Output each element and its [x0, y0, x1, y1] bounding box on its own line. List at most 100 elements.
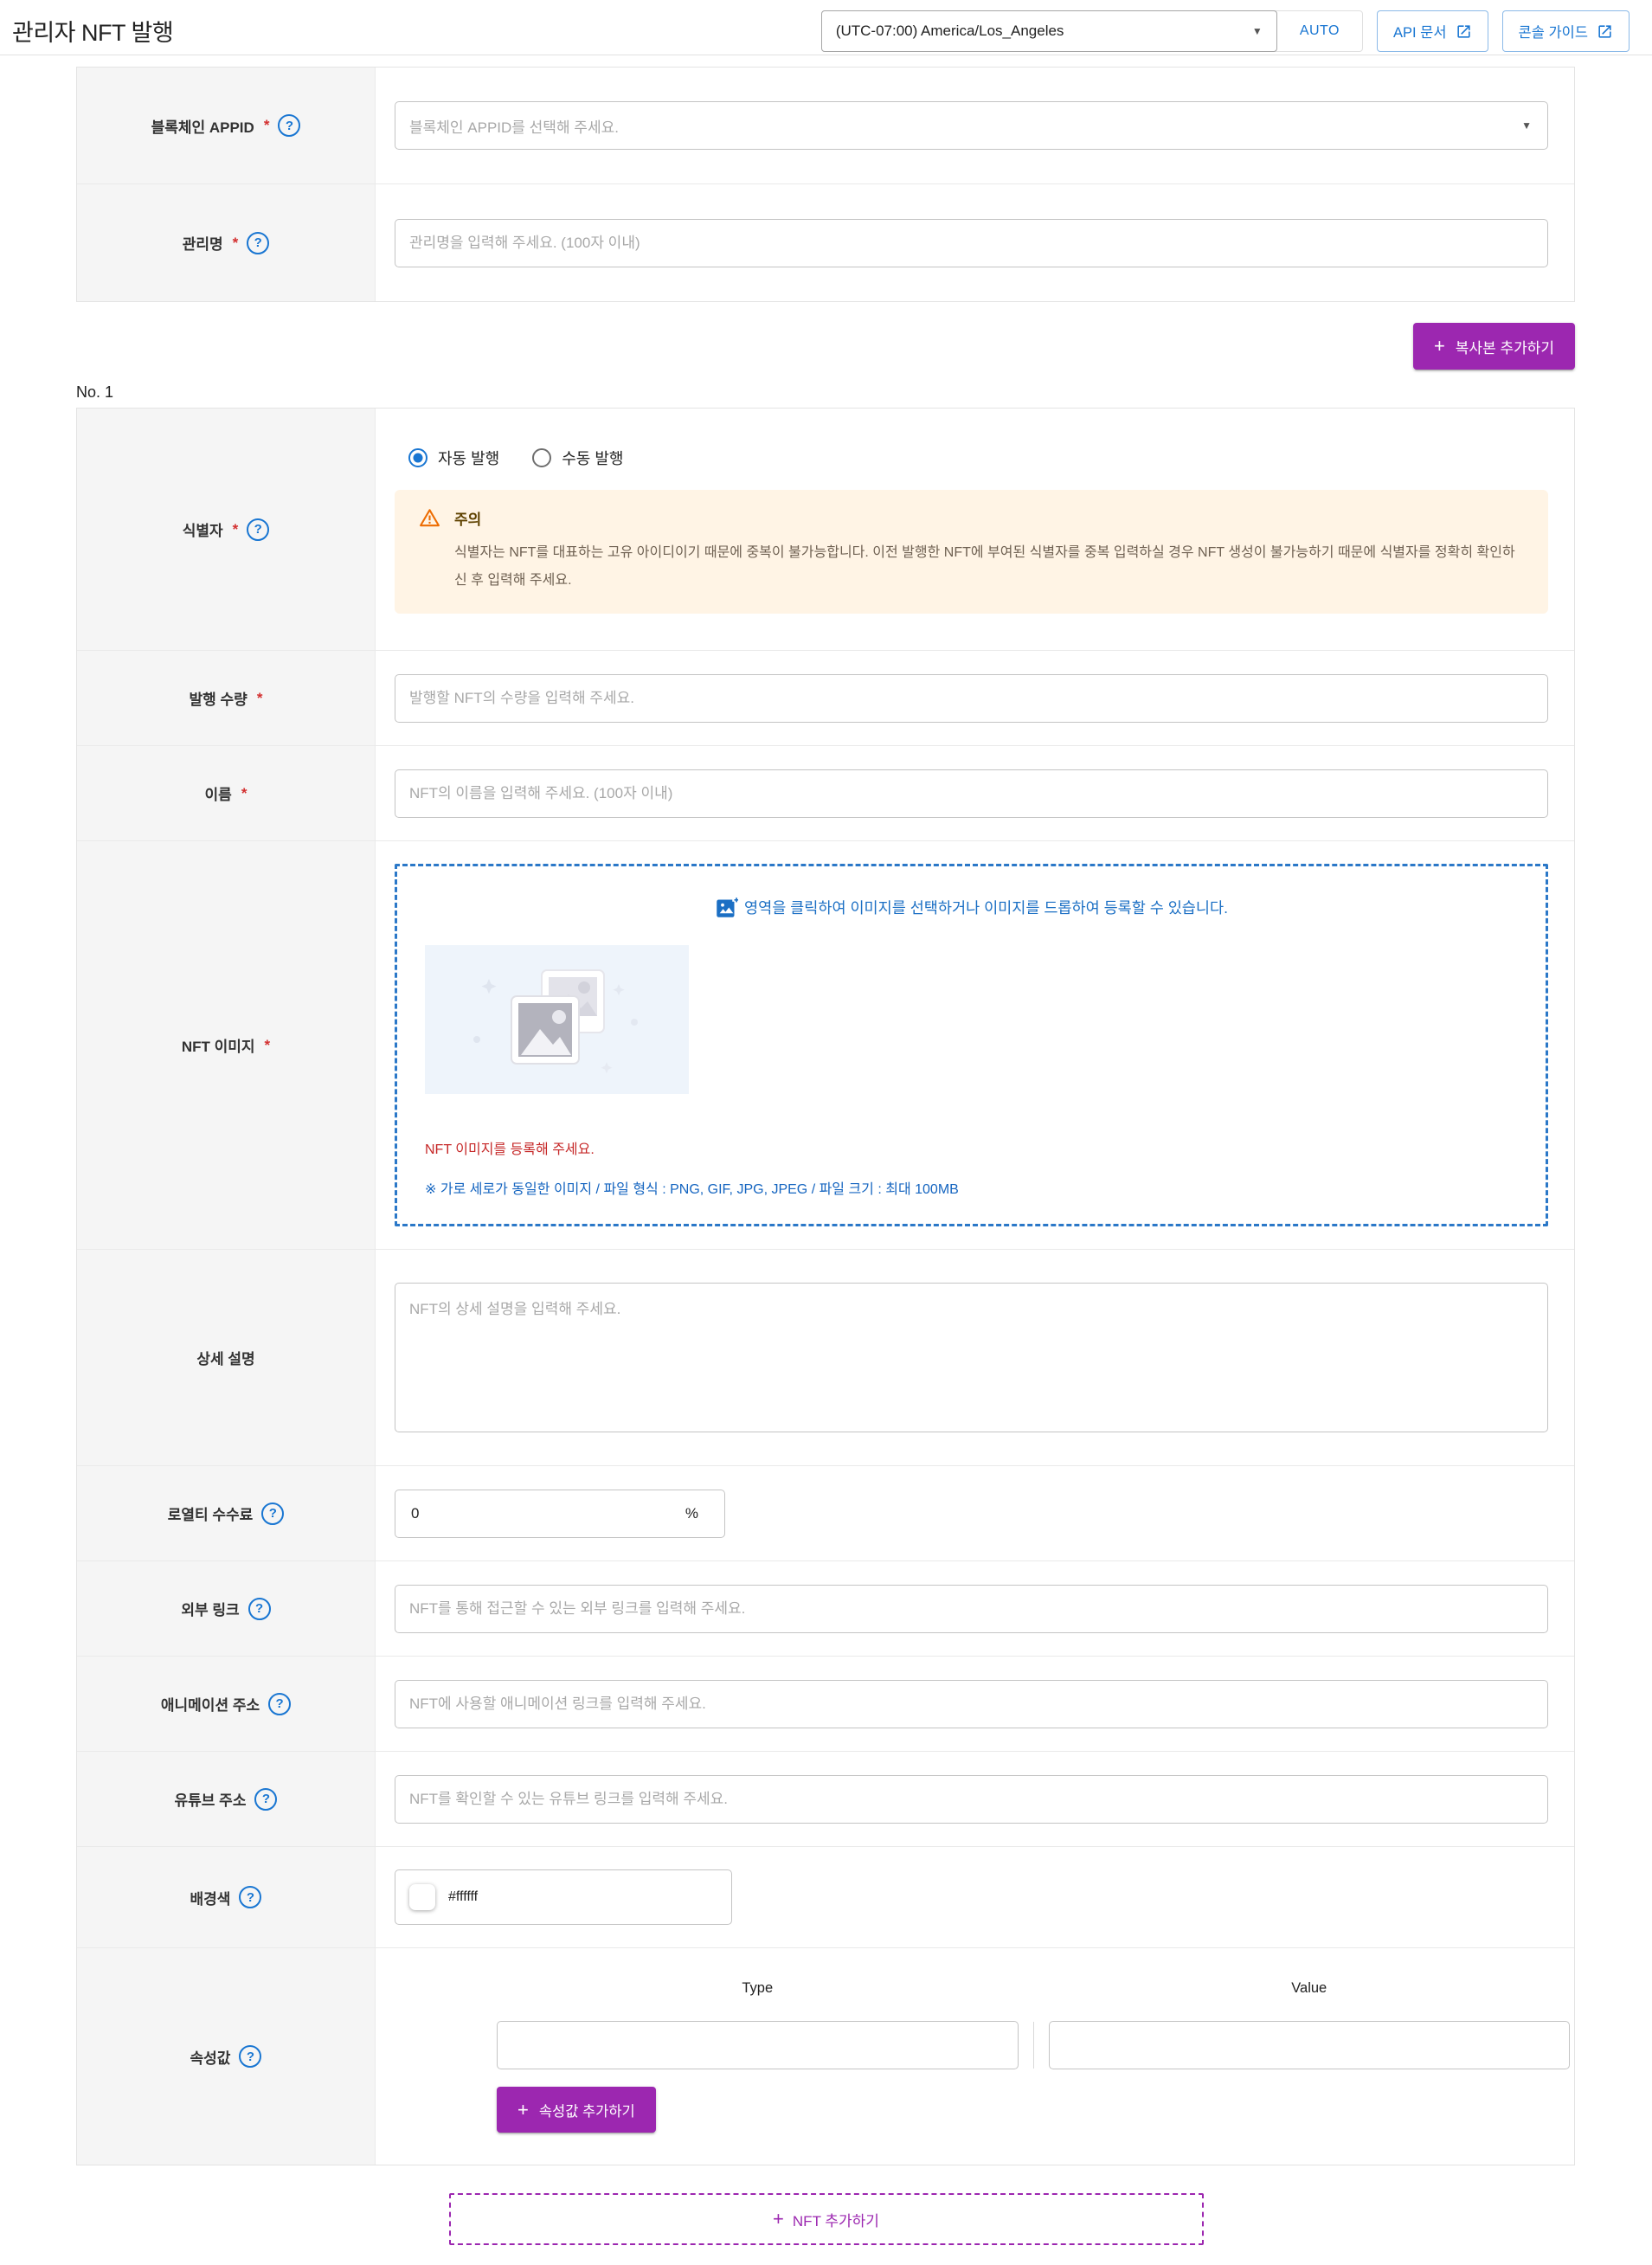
issue-mode-radio-group: 자동 발행 수동 발행 [408, 447, 1548, 469]
image-drop-area[interactable]: 영역을 클릭하여 이미지를 선택하거나 이미지를 드롭하여 등록할 수 있습니다… [395, 864, 1548, 1226]
external-link-label-cell: 외부 링크 ? [77, 1561, 376, 1656]
name-label: 이름 [205, 782, 232, 804]
api-doc-label: API 문서 [1393, 21, 1447, 42]
name-input[interactable] [395, 769, 1548, 818]
radio-auto-issue[interactable]: 자동 발행 [408, 447, 499, 469]
help-icon[interactable]: ? [247, 518, 269, 541]
image-placeholder-thumbnail [425, 945, 689, 1094]
attribute-value-column: Value [1049, 1980, 1571, 2069]
admin-name-input[interactable] [395, 219, 1548, 267]
external-link-content-cell [376, 1561, 1574, 1656]
add-copy-button[interactable]: + 복사본 추가하기 [1413, 323, 1575, 370]
help-icon[interactable]: ? [254, 1788, 277, 1811]
admin-name-label: 관리명 [183, 232, 223, 254]
add-nft-button[interactable]: + NFT 추가하기 [449, 2193, 1204, 2245]
item-number: No. 1 [76, 383, 1652, 402]
attribute-type-header: Type [497, 1980, 1019, 1997]
description-row: 상세 설명 [77, 1250, 1574, 1466]
description-textarea[interactable] [395, 1283, 1548, 1432]
nft-image-content-cell: 영역을 클릭하여 이미지를 선택하거나 이미지를 드롭하여 등록할 수 있습니다… [376, 841, 1574, 1249]
plus-icon: + [1434, 337, 1445, 356]
color-swatch[interactable] [409, 1884, 435, 1910]
help-icon[interactable]: ? [239, 1886, 261, 1908]
add-copy-row: + 복사본 추가하기 [76, 323, 1575, 370]
identifier-row: 식별자* ? 자동 발행 수동 발행 [77, 409, 1574, 651]
animation-url-content-cell [376, 1657, 1574, 1751]
help-icon[interactable]: ? [248, 1598, 271, 1620]
description-label: 상세 설명 [196, 1347, 254, 1368]
image-requirements-note: ※ 가로 세로가 동일한 이미지 / 파일 형식 : PNG, GIF, JPG… [425, 1177, 1518, 1198]
background-color-value: #ffffff [448, 1889, 478, 1905]
blockchain-appid-placeholder: 블록체인 APPID를 선택해 주세요. [409, 115, 619, 137]
external-link-input[interactable] [395, 1585, 1548, 1633]
attributes-area: Type Value + 속성값 추가하기 [497, 1980, 1570, 2133]
auto-button[interactable]: AUTO [1277, 11, 1362, 51]
nft-form: 식별자 * ? 자동 발행 수동 발행 [76, 408, 1575, 2165]
radio-manual-label: 수동 발행 [562, 447, 623, 469]
warning-head: 주의 [419, 507, 1524, 529]
royalty-input-group: % [395, 1490, 725, 1538]
add-nft-row: + NFT 추가하기 [0, 2193, 1652, 2245]
identifier-label: 식별자 [183, 518, 223, 540]
add-attribute-button[interactable]: + 속성값 추가하기 [497, 2087, 656, 2133]
royalty-label: 로열티 수수료 [168, 1502, 254, 1524]
external-link-row: 외부 링크 ? [77, 1561, 1574, 1657]
image-drop-hint: 영역을 클릭하여 이미지를 선택하거나 이미지를 드롭하여 등록할 수 있습니다… [425, 896, 1518, 919]
chevron-down-icon: ▼ [1252, 25, 1263, 37]
warning-triangle-icon [419, 507, 440, 529]
app-info-form: 블록체인 APPID * ? 블록체인 APPID를 선택해 주세요. ▼ 관리명… [76, 67, 1575, 302]
image-drop-hint-text: 영역을 클릭하여 이미지를 선택하거나 이미지를 드롭하여 등록할 수 있습니다… [744, 897, 1228, 918]
attribute-type-column: Type [497, 1980, 1019, 2069]
help-icon[interactable]: ? [261, 1502, 284, 1525]
required-mark: * [265, 1037, 271, 1054]
add-attribute-button-label: 속성값 추가하기 [539, 2100, 635, 2120]
help-icon[interactable]: ? [268, 1693, 291, 1715]
help-icon[interactable]: ? [247, 232, 269, 254]
description-content-cell [376, 1250, 1574, 1465]
required-mark: * [257, 690, 263, 707]
youtube-url-content-cell [376, 1752, 1574, 1846]
attribute-add-row: + 속성값 추가하기 [497, 2087, 1570, 2133]
help-icon[interactable]: ? [278, 114, 300, 137]
plus-icon: + [773, 2210, 784, 2229]
attribute-value-input[interactable] [1049, 2021, 1571, 2069]
timezone-select[interactable]: (UTC-07:00) America/Los_Angeles ▼ [821, 10, 1277, 52]
attribute-type-input[interactable] [497, 2021, 1019, 2069]
timezone-group: (UTC-07:00) America/Los_Angeles ▼ AUTO [821, 10, 1363, 52]
blockchain-appid-content-cell: 블록체인 APPID를 선택해 주세요. ▼ [376, 68, 1574, 183]
page-header: 관리자 NFT 발행 (UTC-07:00) America/Los_Angel… [0, 0, 1652, 55]
required-mark: * [264, 117, 270, 134]
attribute-columns: Type Value [497, 1980, 1570, 2069]
quantity-input[interactable] [395, 674, 1548, 723]
header-controls: (UTC-07:00) America/Los_Angeles ▼ AUTO A… [821, 10, 1630, 52]
admin-name-content-cell [376, 184, 1574, 301]
description-label-cell: 상세 설명 [77, 1250, 376, 1465]
api-doc-button[interactable]: API 문서 [1377, 10, 1488, 52]
blockchain-appid-label: 블록체인 APPID [151, 115, 254, 137]
radio-manual-issue[interactable]: 수동 발행 [532, 447, 623, 469]
blockchain-appid-select[interactable]: 블록체인 APPID를 선택해 주세요. ▼ [395, 101, 1548, 150]
add-copy-button-label: 복사본 추가하기 [1456, 336, 1554, 357]
warning-body: 식별자는 NFT를 대표하는 고유 아이디이기 때문에 중복이 불가능합니다. … [454, 539, 1519, 595]
royalty-input[interactable] [397, 1492, 570, 1535]
required-mark: * [241, 785, 247, 802]
console-guide-button[interactable]: 콘솔 가이드 [1502, 10, 1630, 52]
name-label-cell: 이름 * [77, 746, 376, 840]
required-mark: * [233, 235, 239, 252]
admin-name-label-cell: 관리명 * ? [77, 184, 376, 301]
youtube-url-input[interactable] [395, 1775, 1548, 1824]
background-color-input-group[interactable]: #ffffff [395, 1869, 732, 1925]
nft-image-label: NFT 이미지 [182, 1034, 255, 1056]
admin-name-row: 관리명 * ? [77, 184, 1574, 301]
name-content-cell [376, 746, 1574, 840]
background-color-label: 배경색 [190, 1887, 231, 1908]
radio-selected-icon [408, 448, 427, 467]
animation-url-input[interactable] [395, 1680, 1548, 1728]
name-row: 이름 * [77, 746, 1574, 841]
attribute-value-header: Value [1049, 1980, 1571, 1997]
identifier-content-cell: 자동 발행 수동 발행 주의 [376, 409, 1574, 650]
page-title: 관리자 NFT 발행 [12, 10, 173, 48]
add-photo-icon [715, 896, 738, 919]
help-icon[interactable]: ? [239, 2045, 261, 2068]
nft-image-label-cell: NFT 이미지 * [77, 841, 376, 1249]
